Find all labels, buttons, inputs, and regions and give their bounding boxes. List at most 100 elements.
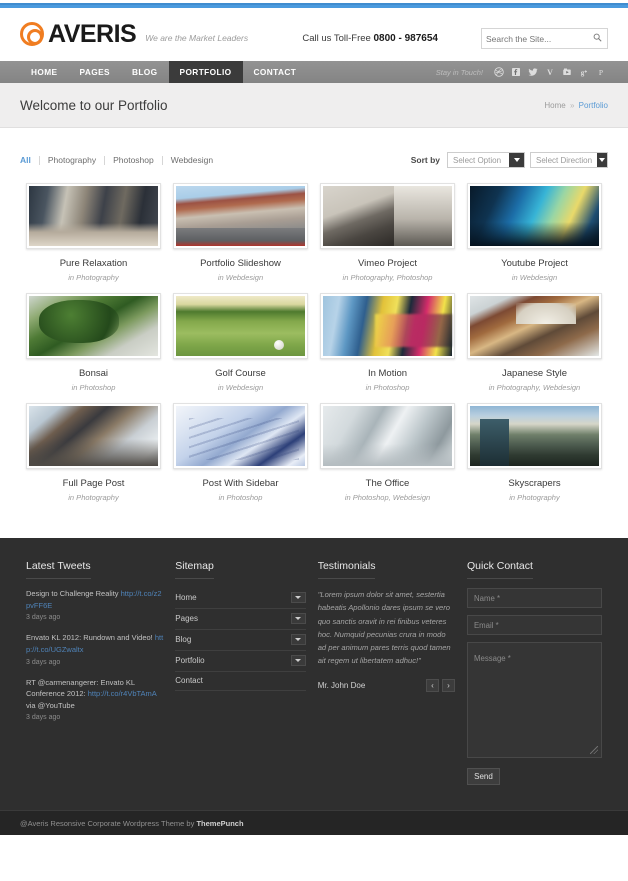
- brand-logo[interactable]: AVERIS We are the Market Leaders: [20, 20, 248, 48]
- sort-option-select[interactable]: Select Option: [447, 152, 525, 168]
- portfolio-item[interactable]: Golf Course in Webdesign: [167, 293, 314, 392]
- page-title: Welcome to our Portfolio: [20, 98, 168, 113]
- testimonial-prev-button[interactable]: ‹: [425, 678, 439, 692]
- portfolio-thumbnail[interactable]: [467, 403, 602, 469]
- vimeo-icon[interactable]: V: [545, 67, 555, 77]
- site-header: AVERIS We are the Market Leaders Call us…: [0, 8, 628, 61]
- portfolio-thumbnail[interactable]: [26, 293, 161, 359]
- portfolio-item-title[interactable]: Portfolio Slideshow: [173, 258, 308, 269]
- breadcrumb: Home » Portfolio: [544, 101, 608, 110]
- sitemap-item-label: Blog: [175, 635, 192, 644]
- portfolio-item-title[interactable]: Japanese Style: [467, 368, 602, 379]
- portfolio-item-title[interactable]: Vimeo Project: [320, 258, 455, 269]
- svg-text:P: P: [599, 68, 603, 77]
- portfolio-item[interactable]: Japanese Style in Photography, Webdesign: [461, 293, 608, 392]
- pinterest-icon[interactable]: P: [596, 67, 606, 77]
- breadcrumb-home[interactable]: Home: [544, 101, 565, 110]
- nav-item-contact[interactable]: CONTACT: [243, 61, 308, 83]
- tweet-link[interactable]: http://t.co/r4VbTAmA: [88, 689, 157, 698]
- portfolio-thumbnail[interactable]: [173, 403, 308, 469]
- portfolio-thumbnail[interactable]: [26, 183, 161, 249]
- portfolio-item[interactable]: Skyscrapers in Photography: [461, 403, 608, 502]
- sitemap-item-label: Contact: [175, 676, 203, 685]
- portfolio-item-meta: in Photography: [68, 493, 119, 502]
- filter-all[interactable]: All: [20, 155, 39, 165]
- portfolio-item[interactable]: Bonsai in Photoshop: [20, 293, 167, 392]
- send-button[interactable]: Send: [466, 768, 500, 785]
- sitemap-item-label: Home: [175, 593, 197, 602]
- portfolio-thumbnail[interactable]: [320, 293, 455, 359]
- youtube-icon[interactable]: [562, 67, 572, 77]
- portfolio-item-meta: in Webdesign: [511, 273, 558, 282]
- search-box[interactable]: [481, 28, 608, 49]
- portfolio-item-title[interactable]: Full Page Post: [26, 478, 161, 489]
- google-plus-icon[interactable]: g: [579, 67, 589, 77]
- sitemap-item-blog[interactable]: Blog: [175, 630, 306, 651]
- portfolio-item-title[interactable]: Youtube Project: [467, 258, 602, 269]
- copyright-bar: @Averis Resonsive Corporate Wordpress Th…: [0, 810, 628, 835]
- contact-email-field[interactable]: Email *: [466, 615, 602, 635]
- portfolio-item[interactable]: Portfolio Slideshow in Webdesign: [167, 183, 314, 282]
- portfolio-thumbnail[interactable]: [173, 293, 308, 359]
- chevron-down-icon[interactable]: [597, 153, 607, 167]
- filter-photography[interactable]: Photography: [40, 155, 104, 165]
- logo-text: AVERIS: [48, 20, 137, 48]
- chevron-down-icon[interactable]: [290, 655, 306, 666]
- portfolio-item-title[interactable]: Bonsai: [26, 368, 161, 379]
- portfolio-thumbnail[interactable]: [467, 183, 602, 249]
- svg-text:V: V: [547, 68, 553, 77]
- sitemap-item-label: Pages: [175, 614, 198, 623]
- chevron-down-icon[interactable]: [290, 613, 306, 624]
- search-input[interactable]: [482, 29, 582, 49]
- contact-message-field[interactable]: Message *: [466, 642, 602, 758]
- contact-name-field[interactable]: Name *: [466, 588, 602, 608]
- chevron-down-icon[interactable]: [290, 634, 306, 645]
- portfolio-item-title[interactable]: The Office: [320, 478, 455, 489]
- copyright-brand[interactable]: ThemePunch: [196, 819, 243, 828]
- call-us-number: 0800 - 987654: [373, 33, 438, 44]
- filter-photoshop[interactable]: Photoshop: [105, 155, 162, 165]
- portfolio-item[interactable]: Post With Sidebar in Photoshop: [167, 403, 314, 502]
- portfolio-item-title[interactable]: Pure Relaxation: [26, 258, 161, 269]
- site-footer: Latest Tweets Design to Challenge Realit…: [0, 538, 628, 810]
- filter-webdesign[interactable]: Webdesign: [163, 155, 221, 165]
- search-icon[interactable]: [593, 33, 602, 42]
- breadcrumb-current: Portfolio: [578, 101, 608, 110]
- portfolio-item[interactable]: The Office in Photoshop, Webdesign: [314, 403, 461, 502]
- portfolio-item[interactable]: Pure Relaxation in Photography: [20, 183, 167, 282]
- portfolio-item-title[interactable]: Golf Course: [173, 368, 308, 379]
- portfolio-item[interactable]: Full Page Post in Photography: [20, 403, 167, 502]
- nav-item-pages[interactable]: PAGES: [69, 61, 121, 83]
- portfolio-thumbnail[interactable]: [467, 293, 602, 359]
- sort-direction-select[interactable]: Select Direction: [530, 152, 608, 168]
- footer-column-sitemap: Sitemap Home Pages Blog Portfolio Contac…: [169, 556, 311, 785]
- testimonial-next-button[interactable]: ›: [441, 678, 455, 692]
- dribbble-icon[interactable]: [494, 67, 504, 77]
- portfolio-thumbnail[interactable]: [173, 183, 308, 249]
- nav-item-blog[interactable]: BLOG: [121, 61, 169, 83]
- portfolio-thumbnail[interactable]: [26, 403, 161, 469]
- twitter-icon[interactable]: [528, 67, 538, 77]
- portfolio-item[interactable]: In Motion in Photoshop: [314, 293, 461, 392]
- testimonial-nav: ‹ ›: [425, 678, 455, 692]
- nav-item-home[interactable]: HOME: [20, 61, 69, 83]
- resize-handle-icon[interactable]: [589, 746, 598, 754]
- chevron-down-icon[interactable]: [290, 592, 306, 603]
- sitemap-item-home[interactable]: Home: [175, 588, 306, 609]
- sitemap-item-contact[interactable]: Contact: [175, 672, 306, 691]
- portfolio-item-title[interactable]: Post With Sidebar: [173, 478, 308, 489]
- portfolio-item-title[interactable]: Skyscrapers: [467, 478, 602, 489]
- sitemap-item-portfolio[interactable]: Portfolio: [175, 651, 306, 672]
- chevron-down-icon[interactable]: [509, 153, 524, 167]
- facebook-icon[interactable]: [511, 67, 521, 77]
- portfolio-item-title[interactable]: In Motion: [320, 368, 455, 379]
- sitemap-item-pages[interactable]: Pages: [175, 609, 306, 630]
- nav-item-portfolio[interactable]: PORTFOLIO: [168, 61, 243, 83]
- portfolio-item[interactable]: Vimeo Project in Photography, Photoshop: [314, 183, 461, 282]
- portfolio-thumbnail[interactable]: [320, 183, 455, 249]
- portfolio-item[interactable]: Youtube Project in Webdesign: [461, 183, 608, 282]
- footer-column-testimonials: Testimonials "Lorem ipsum dolor sit amet…: [312, 556, 461, 785]
- portfolio-thumbnail[interactable]: [320, 403, 455, 469]
- testimonial-author-row: Mr. John Doe ‹ ›: [318, 678, 455, 692]
- page-title-bar: Welcome to our Portfolio Home » Portfoli…: [0, 83, 628, 128]
